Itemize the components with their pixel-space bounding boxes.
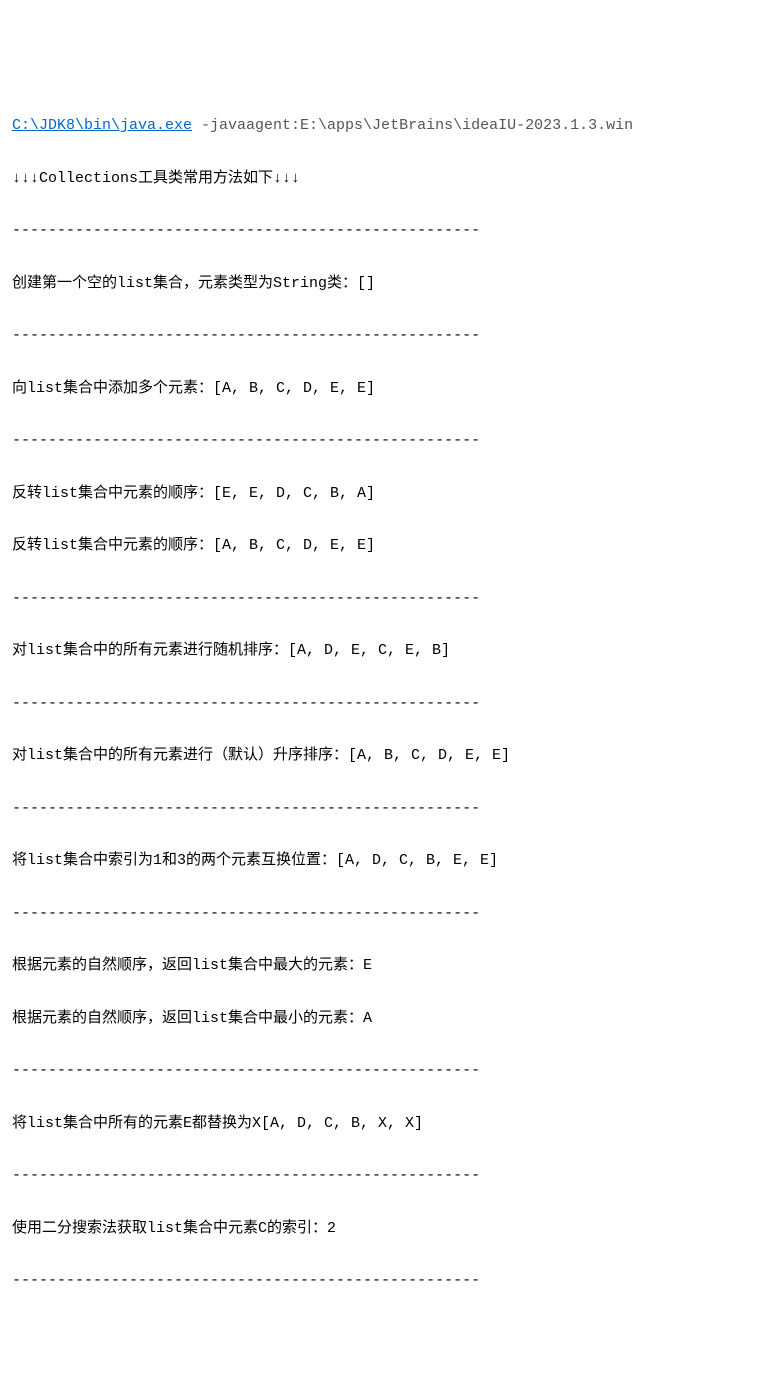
output-sort: 对list集合中的所有元素进行（默认）升序排序：[A, B, C, D, E, …	[12, 743, 763, 769]
java-args: -javaagent:E:\apps\JetBrains\ideaIU-2023…	[192, 117, 633, 134]
output-separator: ----------------------------------------…	[12, 1163, 763, 1189]
output-separator: ----------------------------------------…	[12, 1268, 763, 1294]
output-create-empty: 创建第一个空的list集合，元素类型为String类：[]	[12, 271, 763, 297]
output-separator: ----------------------------------------…	[12, 586, 763, 612]
output-reverse2: 反转list集合中元素的顺序：[A, B, C, D, E, E]	[12, 533, 763, 559]
output-separator: ----------------------------------------…	[12, 691, 763, 717]
output-binsearch: 使用二分搜索法获取list集合中元素C的索引：2	[12, 1216, 763, 1242]
output-swap: 将list集合中索引为1和3的两个元素互换位置：[A, D, C, B, E, …	[12, 848, 763, 874]
output-add-multi: 向list集合中添加多个元素：[A, B, C, D, E, E]	[12, 376, 763, 402]
output-separator: ----------------------------------------…	[12, 218, 763, 244]
output-separator: ----------------------------------------…	[12, 796, 763, 822]
output-title: ↓↓↓Collections工具类常用方法如下↓↓↓	[12, 166, 763, 192]
output-separator: ----------------------------------------…	[12, 428, 763, 454]
output-replace: 将list集合中所有的元素E都替换为X[A, D, C, B, X, X]	[12, 1111, 763, 1137]
output-reverse1: 反转list集合中元素的顺序：[E, E, D, C, B, A]	[12, 481, 763, 507]
output-shuffle: 对list集合中的所有元素进行随机排序：[A, D, E, C, E, B]	[12, 638, 763, 664]
output-separator: ----------------------------------------…	[12, 901, 763, 927]
java-exe-link[interactable]: C:\JDK8\bin\java.exe	[12, 117, 192, 134]
output-separator: ----------------------------------------…	[12, 1058, 763, 1084]
output-separator: ----------------------------------------…	[12, 323, 763, 349]
console-command-line: C:\JDK8\bin\java.exe -javaagent:E:\apps\…	[12, 113, 763, 139]
output-max: 根据元素的自然顺序，返回list集合中最大的元素：E	[12, 953, 763, 979]
output-min: 根据元素的自然顺序，返回list集合中最小的元素：A	[12, 1006, 763, 1032]
